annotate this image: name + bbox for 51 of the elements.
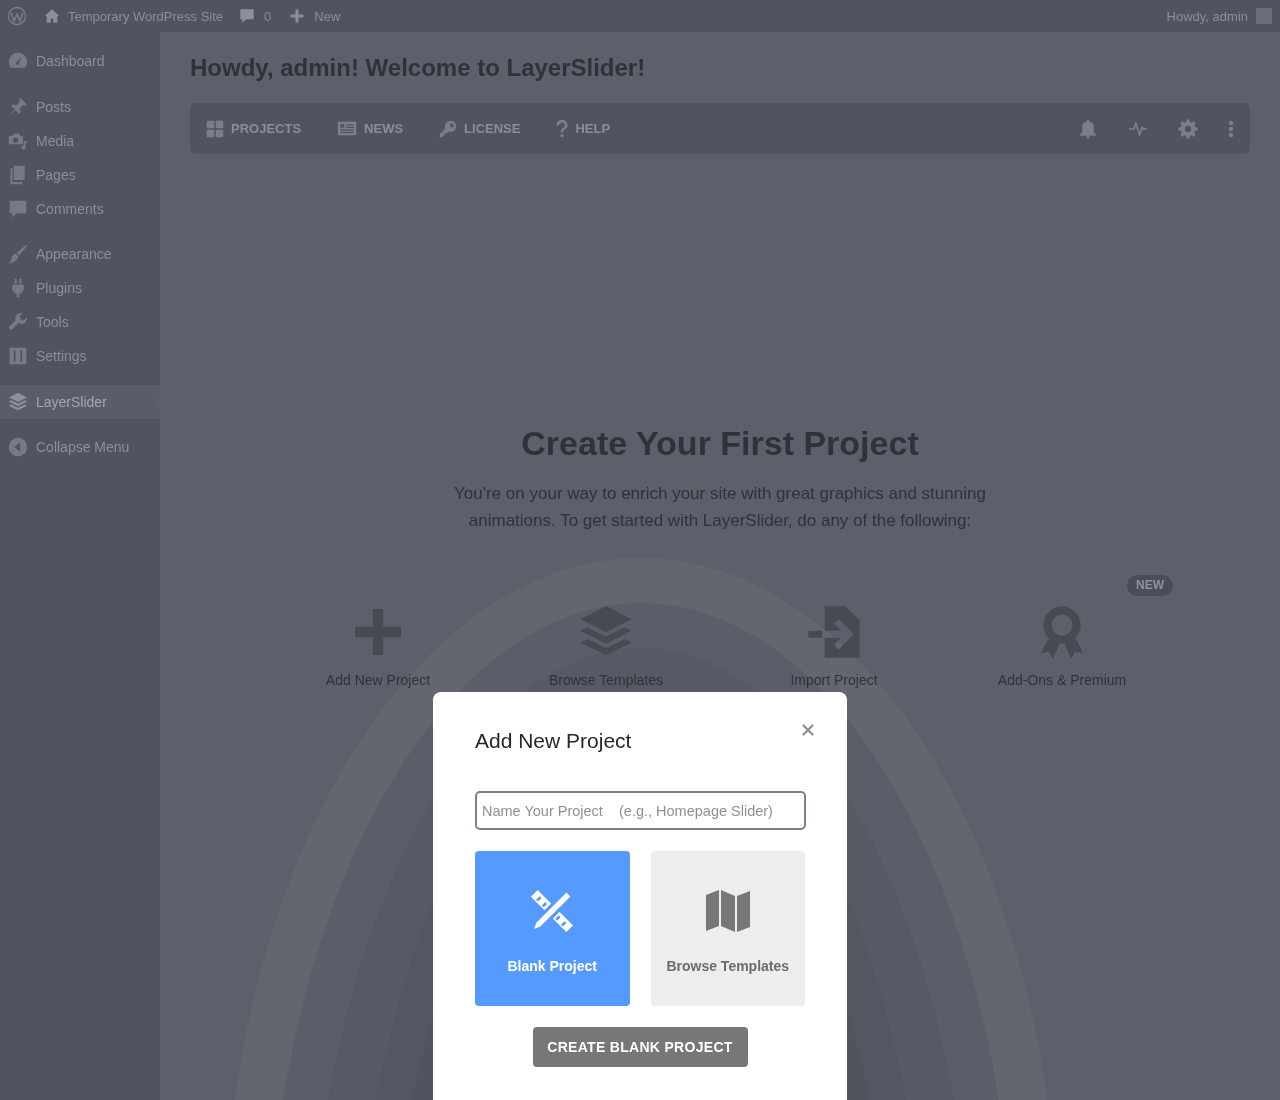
comments-link[interactable]: 0 (239, 0, 272, 32)
avatar-placeholder (1256, 8, 1272, 24)
file-import-icon (806, 604, 862, 660)
create-project-button[interactable]: CREATE BLANK PROJECT (532, 1027, 748, 1067)
paintbrush-icon (8, 244, 28, 264)
collapse-menu-link[interactable]: Collapse Menu (0, 430, 160, 464)
sidebar-menu-item[interactable]: Plugins (0, 271, 160, 305)
toolbar-tab[interactable]: NEWS (337, 121, 404, 136)
house-icon (44, 8, 60, 24)
project-name-input[interactable]: Name Your Project (e.g., Homepage Slider) (475, 791, 806, 830)
question-mark-icon (556, 119, 569, 138)
plus-icon (290, 9, 305, 23)
pushpin-icon (8, 96, 28, 117)
grid-icon (206, 119, 224, 138)
account-greeting-link[interactable]: Howdy, admin (1166, 0, 1272, 32)
toolbar-tab[interactable]: LICENSE (439, 119, 521, 138)
wrench-icon (8, 312, 28, 332)
folded-map-icon (703, 889, 752, 933)
newspaper-icon (337, 121, 358, 136)
sidebar-menu-item[interactable]: Posts (0, 89, 160, 124)
speech-bubble-icon (239, 8, 256, 24)
site-logo-icon[interactable] (7, 6, 27, 26)
documents-icon (8, 164, 28, 185)
pencil-ruler-icon (529, 888, 576, 934)
sidebar-menu-item[interactable]: Pages (0, 157, 160, 192)
toolbar-tab[interactable]: PROJECTS (206, 119, 302, 138)
new-content-link[interactable]: New (290, 0, 341, 32)
sidebar-menu-item[interactable]: Dashboard (0, 44, 160, 78)
site-name-link[interactable]: Temporary WordPress Site (44, 0, 224, 32)
dialog-title: Add New Project (475, 728, 633, 754)
sidebar-menu-item[interactable]: LayerSlider (0, 384, 160, 419)
close-icon[interactable] (802, 724, 814, 736)
plus-icon (353, 607, 403, 657)
project-type-option[interactable]: Blank Project (475, 851, 630, 1006)
sidebar-menu-item[interactable]: Media (0, 123, 160, 158)
sliders-icon (8, 346, 28, 366)
key-icon (439, 119, 458, 138)
gauge-icon (8, 51, 28, 71)
layers-icon (8, 391, 28, 412)
toolbar-tab[interactable]: HELP (556, 119, 611, 138)
circle-arrow-icon (8, 437, 28, 457)
settings-icon[interactable] (1178, 118, 1198, 139)
speech-bubble-icon (8, 198, 28, 219)
sidebar-menu-item[interactable]: Comments (0, 191, 160, 226)
project-type-option[interactable]: Browse Templates (650, 851, 805, 1006)
sidebar-menu-item[interactable]: Appearance (0, 237, 160, 271)
more-icon[interactable] (1228, 119, 1234, 138)
new-badge: NEW (1127, 575, 1173, 596)
sidebar-menu-item[interactable]: Settings (0, 339, 160, 373)
sidebar-menu-item[interactable]: Tools (0, 305, 160, 339)
bell-icon[interactable] (1078, 118, 1098, 139)
